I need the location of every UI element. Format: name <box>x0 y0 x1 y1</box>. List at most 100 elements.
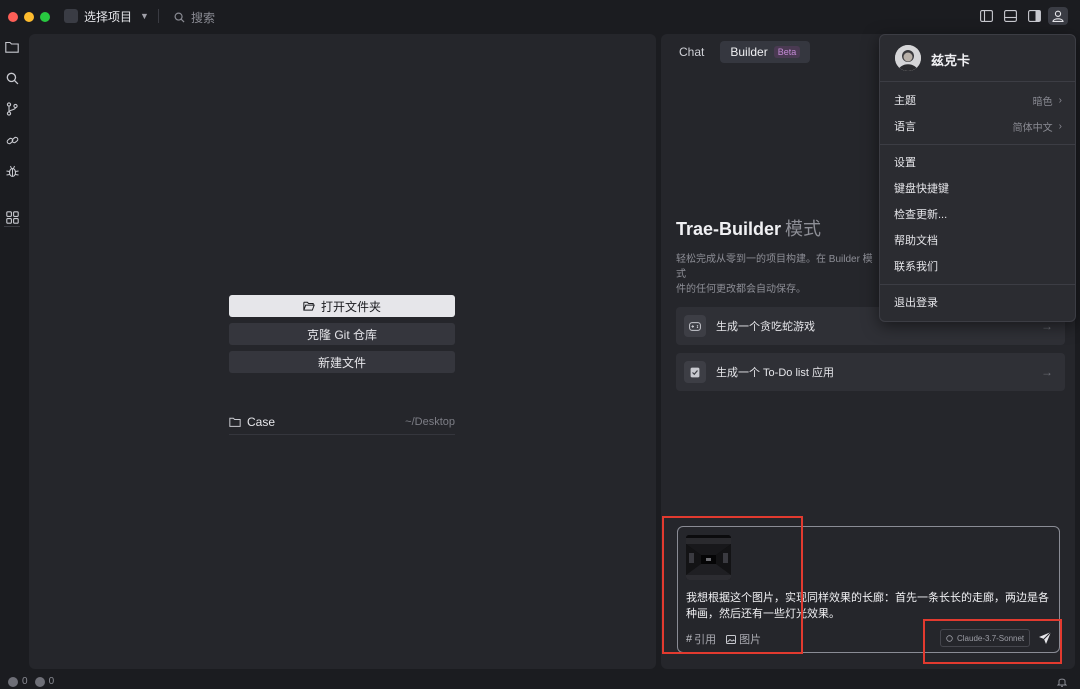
editor-welcome-area: 打开文件夹 克隆 Git 仓库 新建文件 Case ~/Desktop <box>29 34 656 669</box>
bug-icon <box>5 165 19 177</box>
open-folder-label: 打开文件夹 <box>320 299 381 314</box>
menu-divider <box>880 284 1075 285</box>
error-icon <box>8 676 18 687</box>
new-file-button[interactable]: 新建文件 <box>229 351 455 373</box>
toggle-panel-button[interactable] <box>1000 7 1020 25</box>
highlight-box-send-controls <box>923 619 1062 664</box>
menu-item-contact-label: 联系我们 <box>894 261 938 273</box>
menu-item-updates-label: 检查更新... <box>894 209 948 221</box>
folder-icon <box>5 41 19 53</box>
folder-icon <box>229 417 241 427</box>
menu-item-settings-label: 设置 <box>894 157 916 169</box>
search-view-button[interactable] <box>4 70 20 86</box>
title-bar: 选择项目 ▼ 搜索 <box>0 0 1080 32</box>
warning-count: 0 <box>48 676 55 687</box>
panel-tabs: Chat Builder Beta <box>669 41 811 63</box>
maximize-window-button[interactable] <box>40 12 50 22</box>
error-count: 0 <box>22 676 28 687</box>
menu-divider <box>880 81 1075 82</box>
new-file-label: 新建文件 <box>317 355 366 370</box>
menu-item-keyboard-shortcuts[interactable]: 键盘快捷键 <box>894 179 1062 197</box>
suggestion-snake-game-label: 生成一个贪吃蛇游戏 <box>716 321 815 333</box>
bottom-panel-layout-icon <box>1003 10 1017 22</box>
menu-item-settings[interactable]: 设置 <box>894 153 1062 171</box>
menu-item-help-docs[interactable]: 帮助文档 <box>894 231 1062 249</box>
chevron-right-icon: › <box>1058 120 1062 132</box>
open-folder-button[interactable]: 打开文件夹 <box>229 295 455 317</box>
project-selector[interactable]: 选择项目 ▼ <box>64 8 149 24</box>
suggestion-todo-app[interactable]: 生成一个 To-Do list 应用 → <box>676 353 1065 391</box>
close-window-button[interactable] <box>8 12 18 22</box>
link-icon <box>6 136 18 144</box>
suggestion-todo-app-label: 生成一个 To-Do list 应用 <box>716 367 834 379</box>
menu-item-language-value: 简体中文 <box>1012 122 1053 134</box>
builder-title-suffix: 模式 <box>785 219 822 239</box>
bell-icon <box>1056 678 1068 687</box>
menu-divider <box>880 144 1075 145</box>
project-selector-label: 选择项目 <box>84 9 133 24</box>
apps-button[interactable] <box>4 209 20 225</box>
menu-item-theme-label: 主题 <box>894 95 916 107</box>
highlight-box-attachments <box>662 516 803 654</box>
git-branch-icon <box>6 102 18 116</box>
menu-item-language-label: 语言 <box>894 121 916 133</box>
builder-description-line2: 件的任何更改都会自动保存。 <box>676 284 806 295</box>
arrow-right-icon: → <box>1041 365 1053 379</box>
tab-chat-label: Chat <box>679 45 705 59</box>
search-placeholder: 搜索 <box>191 11 216 25</box>
grid-apps-icon <box>5 210 19 224</box>
recent-project-item[interactable]: Case ~/Desktop <box>229 409 455 435</box>
toggle-sidebar-button[interactable] <box>976 7 996 25</box>
tab-builder-label: Builder <box>730 45 768 59</box>
right-panel-layout-icon <box>1027 10 1041 22</box>
notifications-button[interactable] <box>1056 676 1068 689</box>
toggle-right-panel-button[interactable] <box>1024 7 1044 25</box>
menu-item-help-label: 帮助文档 <box>894 235 938 247</box>
tab-chat[interactable]: Chat <box>669 41 714 63</box>
menu-item-logout[interactable]: 退出登录 <box>894 293 1062 311</box>
menu-item-logout-label: 退出登录 <box>894 297 938 309</box>
search-icon <box>174 12 185 23</box>
builder-description: 轻松完成从零到一的项目构建。在 Builder 模式 件的任何更改都会自动保存。 <box>676 252 876 297</box>
search-icon <box>6 72 18 84</box>
folder-open-icon <box>303 301 315 311</box>
user-name: 兹克卡 <box>931 53 971 68</box>
title-divider <box>158 9 159 23</box>
minimize-window-button[interactable] <box>24 12 34 22</box>
status-bar: 0 0 <box>0 675 1080 689</box>
recent-project-name: Case <box>247 414 276 429</box>
user-account-button[interactable] <box>1048 7 1068 25</box>
debug-button[interactable] <box>4 163 20 179</box>
warning-icon <box>34 676 45 687</box>
sidebar-layout-icon <box>979 10 993 22</box>
avatar <box>895 45 921 71</box>
extensions-link-button[interactable] <box>4 132 20 148</box>
clone-repo-label: 克隆 Git 仓库 <box>306 327 377 342</box>
menu-item-shortcuts-label: 键盘快捷键 <box>894 183 949 195</box>
chevron-down-icon: ▼ <box>140 11 149 21</box>
user-menu: 兹克卡 主题 暗色 › 语言 简体中文 › 设置 键盘快捷键 检查更新... 帮助文… <box>879 34 1076 322</box>
menu-item-language[interactable]: 语言 简体中文 › <box>894 117 1062 135</box>
beta-badge: Beta <box>773 46 801 58</box>
activity-divider <box>4 226 20 227</box>
menu-item-contact-us[interactable]: 联系我们 <box>894 257 1062 275</box>
chevron-right-icon: › <box>1058 94 1062 106</box>
recent-project-path: ~/Desktop <box>405 415 455 428</box>
builder-description-line1: 轻松完成从零到一的项目构建。在 Builder 模式 <box>676 254 873 280</box>
source-control-button[interactable] <box>4 101 20 117</box>
menu-item-theme-value: 暗色 <box>1032 96 1053 108</box>
activity-bar <box>0 32 24 672</box>
builder-title: Trae-Builder 模式 <box>676 215 821 241</box>
user-icon <box>1052 10 1064 22</box>
problems-indicator[interactable]: 0 0 <box>8 676 54 687</box>
tab-builder[interactable]: Builder Beta <box>720 41 811 63</box>
project-cube-icon <box>64 9 78 23</box>
explorer-button[interactable] <box>4 39 20 55</box>
checklist-icon <box>684 361 706 383</box>
builder-title-main: Trae-Builder <box>676 219 782 239</box>
menu-item-theme[interactable]: 主题 暗色 › <box>894 91 1062 109</box>
menu-item-check-updates[interactable]: 检查更新... <box>894 205 1062 223</box>
search-input[interactable]: 搜索 <box>174 9 215 26</box>
gamepad-icon <box>684 315 706 337</box>
clone-repo-button[interactable]: 克隆 Git 仓库 <box>229 323 455 345</box>
